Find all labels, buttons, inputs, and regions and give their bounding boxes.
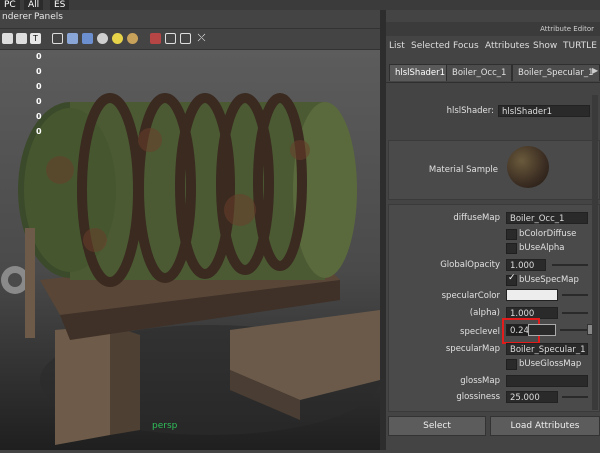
busespecmap-label: bUseSpecMap [519,275,579,285]
load-attributes-button[interactable]: Load Attributes [490,416,600,436]
text-icon[interactable]: T [30,33,41,44]
hud-value: 0 [36,112,42,121]
shader-label: hlslShader: [446,106,494,116]
material-sample-label: Material Sample [428,165,498,175]
attribute-editor-title: Attribute Editor [386,22,600,36]
glossmap-label: glossMap [460,376,500,386]
globalopacity-label: GlobalOpacity [440,260,500,270]
busespecmap-checkbox[interactable] [506,273,517,286]
cube-wireframe-icon[interactable] [52,33,63,44]
buseglossmap-checkbox[interactable] [506,359,517,370]
3d-scene[interactable] [0,50,380,450]
select-button[interactable]: Select [388,416,486,436]
globalopacity-field[interactable]: 1.000 [506,259,546,271]
tab-boiler-specular[interactable]: Boiler_Specular_1 [512,64,600,81]
specularmap-field[interactable]: Boiler_Specular_1 [506,343,588,355]
diffusemap-label: diffuseMap [453,213,500,223]
specularcolor-slider[interactable] [562,294,588,296]
frame-icon[interactable] [165,33,176,44]
busealpha-checkbox[interactable] [506,243,517,254]
menu-panels[interactable]: Panels [34,12,63,22]
glossiness-slider[interactable] [562,396,588,398]
alpha-slider[interactable] [562,312,588,314]
frame-all-icon[interactable] [180,33,191,44]
grid-icon[interactable] [2,33,13,44]
cube-icon[interactable] [67,33,78,44]
hud-value: 0 [36,52,42,61]
hud-value: 0 [36,67,42,76]
glossmap-field[interactable] [506,375,588,387]
tab-scroll-arrow-icon[interactable]: ▶ [592,66,600,78]
all-button[interactable]: All [24,0,44,10]
viewport-menubar: nderer Panels [0,10,380,29]
menu-list[interactable]: List [389,41,405,51]
pc-button[interactable]: PC [0,0,20,10]
bcolordiffuse-label: bColorDiffuse [519,229,577,239]
menu-turtle[interactable]: TURTLE [563,41,597,51]
hud-value: 0 [36,127,42,136]
hud-value: 0 [36,97,42,106]
shader-name-field[interactable]: hlslShader1 [498,105,590,117]
camera-label: persp [152,421,178,431]
alpha-label: (alpha) [469,308,500,318]
glossiness-field[interactable]: 25.000 [506,391,558,403]
menu-renderer[interactable]: nderer [2,12,32,22]
camera-select-icon[interactable] [150,33,161,44]
menu-show[interactable]: Show [533,41,557,51]
tab-boiler-occ[interactable]: Boiler_Occ_1 [446,64,513,81]
specularcolor-label: specularColor [441,291,500,301]
specularmap-label: specularMap [445,344,500,354]
busealpha-label: bUseAlpha [519,243,565,253]
es-button[interactable]: ES [50,0,70,10]
specularcolor-swatch[interactable] [506,289,558,301]
diffusemap-field[interactable]: Boiler_Occ_1 [506,212,588,224]
speclevel-slider[interactable] [560,329,588,331]
buseglossmap-label: bUseGlossMap [519,359,582,369]
menu-focus[interactable]: Focus [453,41,479,51]
top-strip [0,0,600,10]
share-icon[interactable]: ⤬ [196,33,207,44]
glossiness-label: glossiness [456,392,500,402]
speclevel-label: speclevel [460,327,500,337]
globalopacity-slider[interactable] [552,264,588,266]
menu-selected[interactable]: Selected [411,41,450,51]
tab-hlslshader1[interactable]: hlslShader1 [389,64,452,81]
hud-value: 0 [36,82,42,91]
viewport-toolbar: T ⤬ [0,29,380,50]
sphere-light-icon[interactable] [97,33,108,44]
sphere-icon[interactable] [127,33,138,44]
bcolordiffuse-checkbox[interactable] [506,229,517,240]
grid-icon[interactable] [16,33,27,44]
cube-textured-icon[interactable] [82,33,93,44]
attribute-editor-scrollbar[interactable] [592,95,598,410]
sphere-shaded-icon[interactable] [112,33,123,44]
menu-attributes[interactable]: Attributes [485,41,529,51]
material-sample-sphere [507,146,549,188]
boiler-model [1,93,380,445]
speclevel-edit-box[interactable] [528,324,556,336]
